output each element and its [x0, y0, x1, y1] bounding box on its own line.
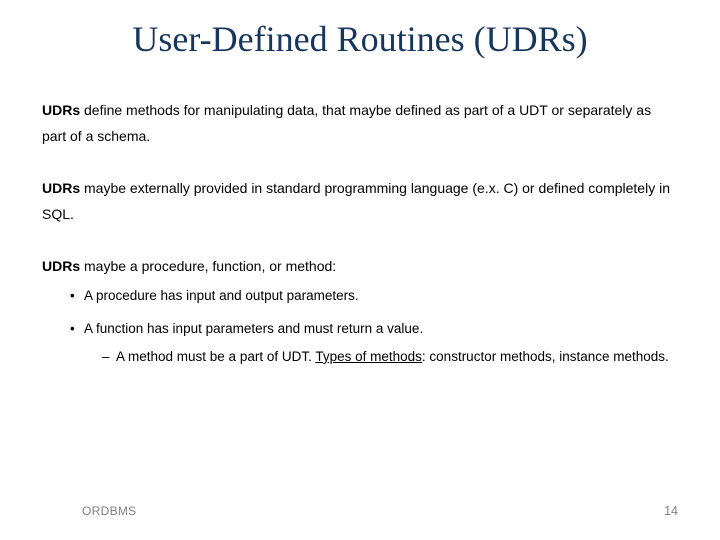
paragraph-1: UDRs define methods for manipulating dat… [42, 98, 678, 150]
p3-text: maybe a procedure, function, or method: [80, 258, 336, 274]
list-item: A procedure has input and output paramet… [70, 285, 678, 307]
bullet-list: A procedure has input and output paramet… [42, 285, 678, 368]
p2-text: maybe externally provided in standard pr… [42, 180, 670, 222]
p3-strong: UDRs [42, 258, 80, 274]
sub-post: : constructor methods, instance methods. [422, 349, 669, 364]
list-item: A method must be a part of UDT. Types of… [102, 346, 678, 368]
footer-label: ORDBMS [82, 504, 136, 518]
slide: User-Defined Routines (UDRs) UDRs define… [0, 0, 720, 540]
paragraph-2: UDRs maybe externally provided in standa… [42, 176, 678, 228]
bullet-2-text: A function has input parameters and must… [84, 321, 423, 336]
p2-strong: UDRs [42, 180, 80, 196]
page-number: 14 [664, 504, 678, 518]
paragraph-3: UDRs maybe a procedure, function, or met… [42, 254, 678, 369]
sub-underlined: Types of methods [315, 349, 422, 364]
sub-pre: A method must be a part of UDT. [116, 349, 315, 364]
list-item: A function has input parameters and must… [70, 318, 678, 369]
bullet-1-text: A procedure has input and output paramet… [84, 288, 359, 303]
sub-bullet-list: A method must be a part of UDT. Types of… [84, 346, 678, 368]
slide-title: User-Defined Routines (UDRs) [0, 0, 720, 70]
p1-text: define methods for manipulating data, th… [42, 102, 651, 144]
p1-strong: UDRs [42, 102, 80, 118]
slide-content: UDRs define methods for manipulating dat… [0, 70, 720, 368]
